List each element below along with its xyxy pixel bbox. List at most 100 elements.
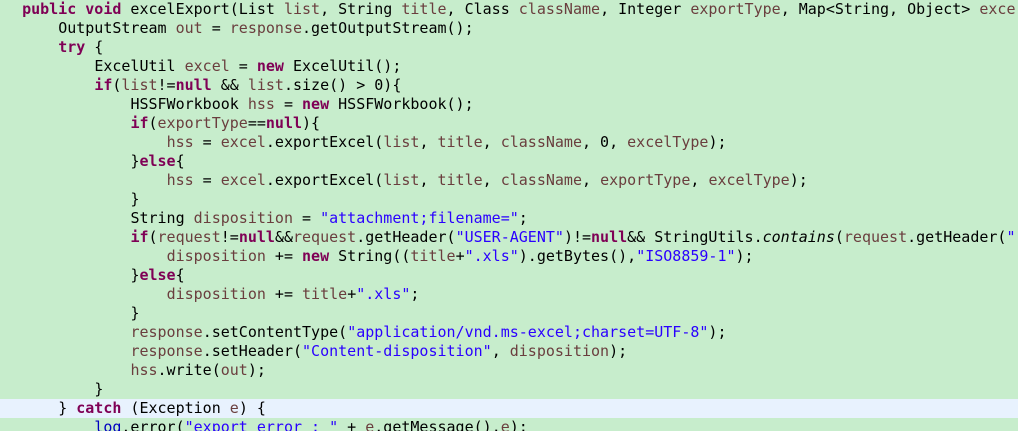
code-token: ExcelUtil(); (283, 57, 402, 75)
code-token: void (85, 0, 122, 18)
code-token: try (58, 38, 86, 56)
code-token: .exportExcel( (265, 133, 384, 151)
code-token: excel (184, 57, 230, 75)
code-token: list (383, 171, 420, 189)
code-line[interactable]: disposition += new String((title+".xls")… (0, 247, 1018, 266)
code-token: disposition (166, 285, 266, 303)
code-line[interactable]: String disposition = "attachment;filenam… (0, 209, 1018, 228)
code-token: if (130, 228, 149, 246)
code-line[interactable]: } (0, 190, 1018, 209)
code-token: null (265, 114, 303, 132)
code-line[interactable]: } catch (Exception e) { (0, 399, 1018, 418)
code-token: exportType (600, 171, 691, 189)
code-token: "application/vnd.ms-excel;charset=UTF-8" (347, 323, 709, 341)
code-token: new (302, 247, 330, 265)
code-token: title (437, 171, 483, 189)
code-token: excelExport(List (121, 0, 284, 18)
code-token: ( (148, 114, 158, 132)
code-token: ( (834, 228, 844, 246)
code-token: = (193, 171, 221, 189)
code-line[interactable]: log.error("export error : " + e.getMessa… (0, 418, 1018, 431)
code-token: , (690, 171, 709, 189)
code-token: out (175, 19, 203, 37)
code-line[interactable]: }else{ (0, 266, 1018, 285)
code-token: exce (979, 0, 1016, 18)
code-token: && (211, 76, 248, 94)
code-token: HSSFWorkbook (130, 95, 248, 113)
code-token: = (229, 57, 257, 75)
code-token: "ISO8859-1" (636, 247, 736, 265)
code-token: if (94, 76, 113, 94)
code-token: ); (708, 133, 727, 151)
code-token: String(( (329, 247, 411, 265)
code-line[interactable]: HSSFWorkbook hss = new HSSFWorkbook(); (0, 95, 1018, 114)
code-token: != (220, 228, 239, 246)
code-line[interactable]: if(exportType==null){ (0, 114, 1018, 133)
code-token: public (22, 0, 77, 18)
code-token: } (130, 190, 140, 208)
code-line[interactable]: if(request!=null&&request.getHeader("USE… (0, 228, 1018, 247)
code-line[interactable]: response.setContentType("application/vnd… (0, 323, 1018, 342)
code-token: " (1006, 228, 1016, 246)
code-token: catch (76, 399, 122, 417)
code-token: ); (708, 323, 727, 341)
code-token: = (274, 95, 303, 113)
code-line[interactable]: hss.write(out); (0, 361, 1018, 380)
code-line[interactable]: hss = excel.exportExcel(list, title, cla… (0, 133, 1018, 152)
code-token: disposition (193, 209, 293, 227)
code-token: ; (410, 285, 420, 303)
code-token: request (293, 228, 357, 246)
code-line[interactable]: if(list!=null && list.size() > 0){ (0, 76, 1018, 95)
code-line[interactable]: public void excelExport(List list, Strin… (0, 0, 1018, 19)
code-line[interactable]: try { (0, 38, 1018, 57)
code-token: .getMessage(), (374, 418, 501, 431)
code-token: null (175, 76, 212, 94)
code-line[interactable]: disposition += title+".xls"; (0, 285, 1018, 304)
code-token: excel (220, 133, 266, 151)
code-line[interactable]: ExcelUtil excel = new ExcelUtil(); (0, 57, 1018, 76)
code-editor[interactable]: public void excelExport(List list, Strin… (0, 0, 1018, 431)
code-token: ).getBytes(), (518, 247, 637, 265)
code-token: exportType (157, 114, 248, 132)
code-line[interactable]: response.setHeader("Content-disposition"… (0, 342, 1018, 361)
code-token: new (302, 95, 330, 113)
code-token: { (175, 266, 185, 284)
code-line[interactable]: } (0, 380, 1018, 399)
code-token: } (94, 380, 104, 398)
code-token: } (58, 399, 77, 417)
code-token: String (130, 209, 194, 227)
code-token: "attachment;filename=" (320, 209, 519, 227)
code-line[interactable]: } (0, 304, 1018, 323)
code-token: OutputStream (58, 19, 176, 37)
code-line[interactable]: }else{ (0, 152, 1018, 171)
code-token: += (265, 285, 303, 303)
code-token: title (437, 133, 483, 151)
code-token: excelType (627, 133, 709, 151)
code-token: ( (148, 228, 158, 246)
code-token: .write( (157, 361, 221, 379)
code-token: "Content-disposition" (302, 342, 492, 360)
code-token: (Exception (121, 399, 230, 417)
code-token: ); (509, 418, 528, 431)
code-token: e (500, 418, 510, 431)
code-token: , (482, 133, 501, 151)
code-line[interactable]: OutputStream out = response.getOutputStr… (0, 19, 1018, 38)
code-token: excelType (708, 171, 790, 189)
code-line[interactable]: hss = excel.exportExcel(list, title, cla… (0, 171, 1018, 190)
code-token: + (338, 418, 366, 431)
